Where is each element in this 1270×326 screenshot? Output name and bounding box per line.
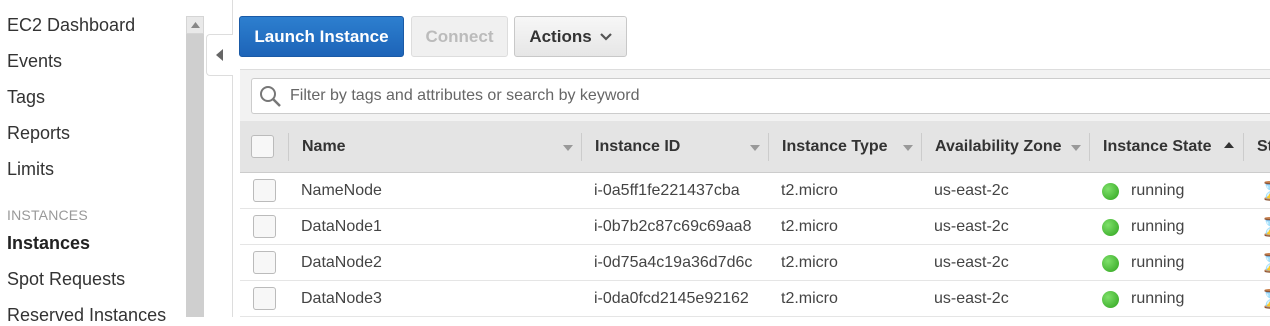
actions-button[interactable]: Actions [514,16,627,57]
sort-ascending-icon[interactable] [1224,142,1234,148]
row-checkbox[interactable] [253,287,276,310]
sidebar-nav: EC2 Dashboard Events Tags Reports Limits… [0,0,186,325]
launch-instance-button[interactable]: Launch Instance [239,16,404,57]
instance-name: DataNode3 [301,290,382,307]
instance-type: t2.micro [781,254,838,271]
sidebar-item-events[interactable]: Events [7,51,62,72]
instance-state: running [1102,173,1184,209]
column-header-status-checks[interactable]: St [1257,121,1270,173]
column-divider [581,133,582,161]
column-divider [768,133,769,161]
sidebar-item-spot-requests[interactable]: Spot Requests [7,269,125,290]
table-header: Name Instance ID Instance Type Availabil… [240,121,1270,173]
column-header-name[interactable]: Name [302,121,346,173]
scroll-up-icon[interactable] [186,16,204,34]
sidebar-section-instances: INSTANCES [7,207,88,223]
availability-zone: us-east-2c [934,290,1009,307]
table-row[interactable]: DataNode2 i-0d75a4c19a36d7d6c t2.micro u… [240,245,1270,281]
sort-caret-icon[interactable] [750,145,760,151]
column-divider [921,133,922,161]
instance-type: t2.micro [781,182,838,199]
status-checks-icon: ⌛ [1260,209,1270,245]
row-checkbox[interactable] [253,251,276,274]
instance-state: running [1102,281,1184,317]
sidebar-item-ec2-dashboard[interactable]: EC2 Dashboard [7,15,135,36]
search-input[interactable] [288,79,1258,113]
status-checks-icon: ⌛ [1260,281,1270,317]
column-header-instance-type[interactable]: Instance Type [782,121,888,173]
instance-name: DataNode1 [301,218,382,235]
availability-zone: us-east-2c [934,182,1009,199]
status-checks-icon: ⌛ [1260,245,1270,281]
collapse-arrow-icon [216,49,223,61]
instance-state-label: running [1131,182,1185,199]
running-status-icon [1102,218,1119,236]
connect-button[interactable]: Connect [411,16,508,57]
sidebar-item-instances[interactable]: Instances [7,233,90,254]
instance-id: i-0da0fcd2145e92162 [594,290,749,307]
running-status-icon [1102,254,1119,272]
filter-bar [240,69,1270,121]
table-row[interactable]: NameNode i-0a5ff1fe221437cba t2.micro us… [240,173,1270,209]
instance-state-label: running [1131,290,1185,307]
column-header-availability-zone[interactable]: Availability Zone [935,121,1062,173]
running-status-icon [1102,182,1119,200]
sort-caret-icon[interactable] [563,145,573,151]
sidebar-scrollbar[interactable] [186,16,204,317]
instance-type: t2.micro [781,218,838,235]
actions-label: Actions [529,26,592,46]
column-header-instance-state[interactable]: Instance State [1103,121,1211,173]
row-checkbox[interactable] [253,179,276,202]
sort-caret-icon[interactable] [1071,145,1081,151]
instance-state-label: running [1131,218,1185,235]
instance-name: NameNode [301,182,382,199]
column-divider [288,133,289,161]
instance-id: i-0a5ff1fe221437cba [594,182,740,199]
instance-id: i-0d75a4c19a36d7d6c [594,254,753,271]
sidebar-item-reports[interactable]: Reports [7,123,70,144]
sort-caret-icon[interactable] [903,145,913,151]
column-header-instance-id[interactable]: Instance ID [595,121,680,173]
running-status-icon [1102,290,1119,308]
instance-state: running [1102,209,1184,245]
instance-type: t2.micro [781,290,838,307]
status-checks-icon: ⌛ [1260,173,1270,209]
chevron-down-icon [599,32,612,41]
collapse-sidebar-button[interactable] [206,34,233,76]
instance-state: running [1102,245,1184,281]
column-divider [1243,133,1244,161]
instance-name: DataNode2 [301,254,382,271]
table-row[interactable]: DataNode1 i-0b7b2c87c69c69aa8 t2.micro u… [240,209,1270,245]
availability-zone: us-east-2c [934,254,1009,271]
row-checkbox[interactable] [253,215,276,238]
sidebar-item-reserved-instances[interactable]: Reserved Instances [7,305,166,326]
availability-zone: us-east-2c [934,218,1009,235]
sidebar-item-limits[interactable]: Limits [7,159,54,180]
instance-id: i-0b7b2c87c69c69aa8 [594,218,752,235]
table-row[interactable]: DataNode3 i-0da0fcd2145e92162 t2.micro u… [240,281,1270,317]
instance-state-label: running [1131,254,1185,271]
search-icon [260,86,281,107]
column-divider [1089,133,1090,161]
search-box [251,78,1270,114]
sidebar-item-tags[interactable]: Tags [7,87,45,108]
select-all-checkbox[interactable] [251,135,274,158]
